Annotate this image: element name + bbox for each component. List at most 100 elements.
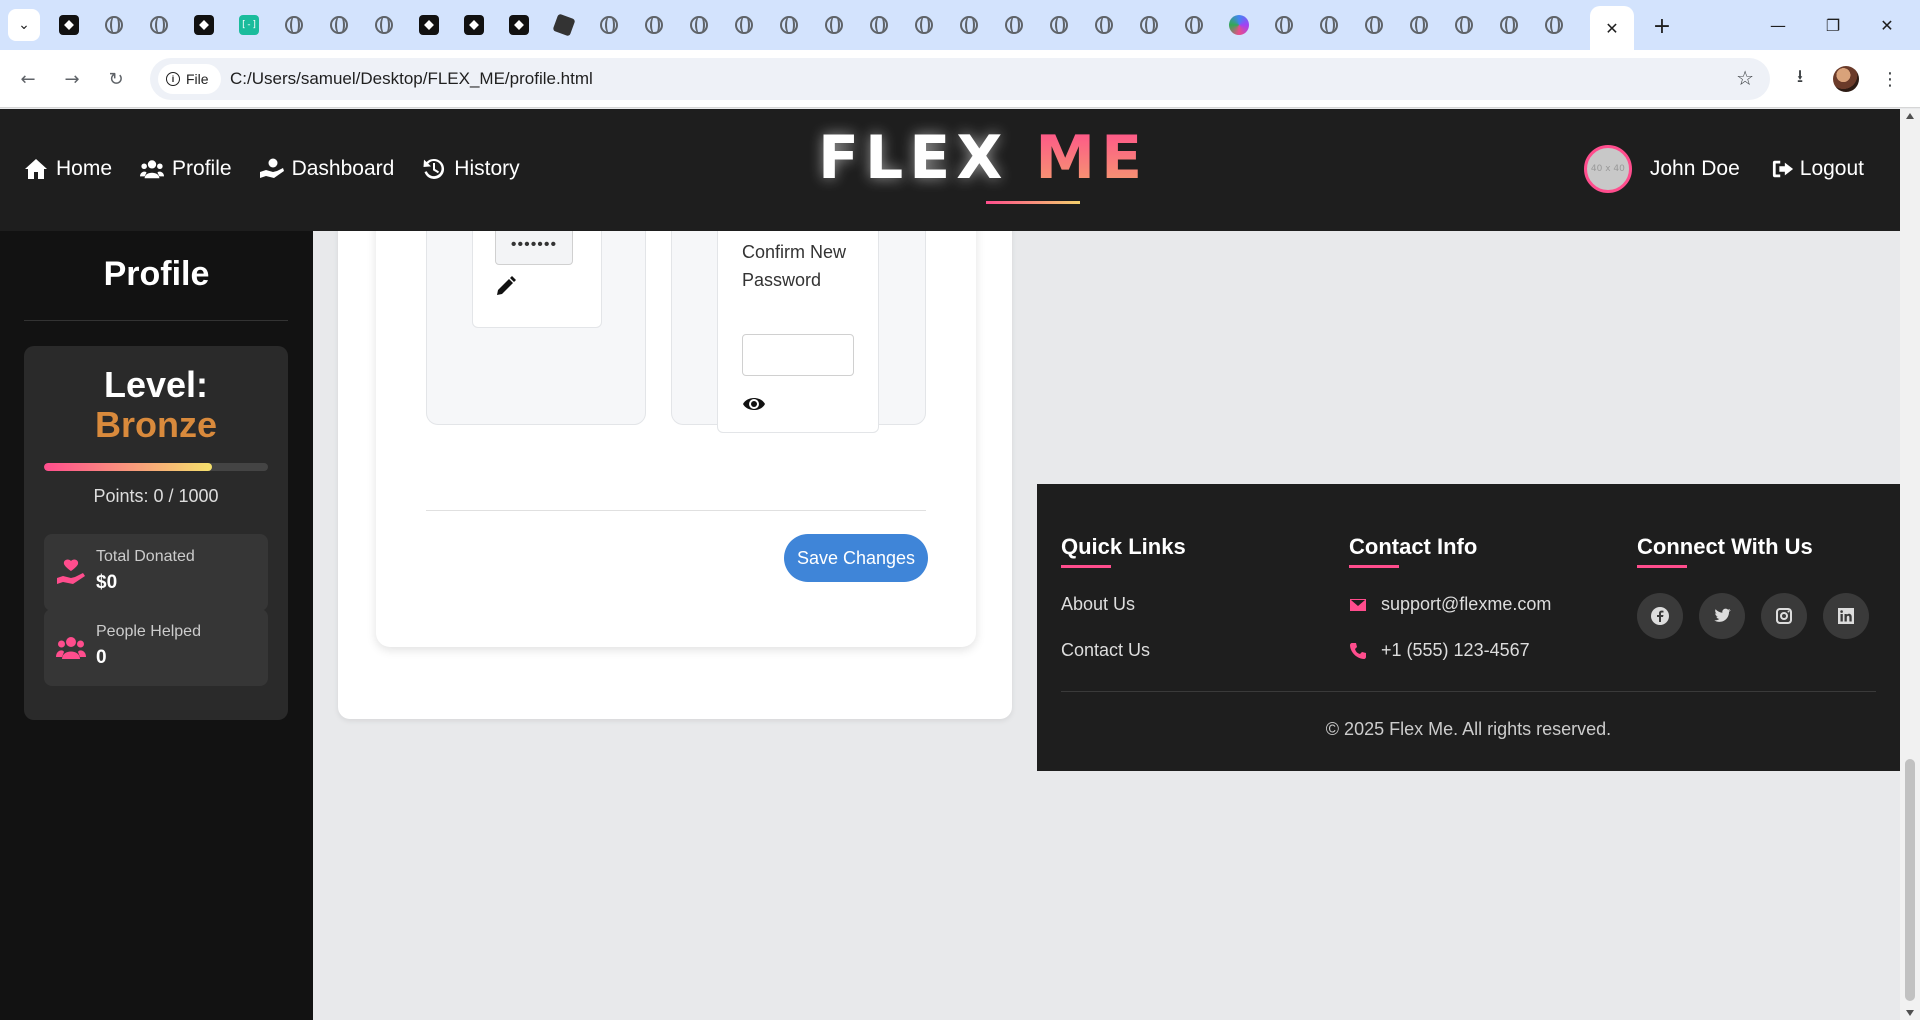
page-scrollbar[interactable] xyxy=(1900,109,1920,1020)
tab-favicon[interactable] xyxy=(1047,13,1071,37)
tab-favicon[interactable] xyxy=(372,13,396,37)
connect-title: Connect With Us xyxy=(1637,534,1813,559)
tab-favicon[interactable] xyxy=(147,13,171,37)
nav-home[interactable]: Home xyxy=(24,157,112,181)
pencil-icon[interactable] xyxy=(495,275,517,297)
tab-search-button[interactable]: ⌄ xyxy=(8,9,40,41)
instagram-icon[interactable] xyxy=(1761,593,1807,639)
settings-column-right: Confirm New Password xyxy=(671,198,926,433)
tab-strip: ⌄ [-] ✕ + — ❐ ✕ xyxy=(0,0,1920,50)
download-icon[interactable]: ⭳ xyxy=(1786,65,1814,93)
tab-favicon[interactable] xyxy=(552,13,576,37)
home-icon xyxy=(25,159,47,179)
users-icon xyxy=(140,160,165,179)
tab-favicon[interactable] xyxy=(417,13,441,37)
facebook-icon[interactable] xyxy=(1637,593,1683,639)
active-tab[interactable]: ✕ xyxy=(1590,6,1634,50)
minimize-button[interactable]: — xyxy=(1763,12,1793,38)
tab-favicon[interactable] xyxy=(327,13,351,37)
logout-icon xyxy=(1772,160,1793,178)
scroll-up-arrow-icon[interactable] xyxy=(1906,113,1914,119)
tab-favicon[interactable] xyxy=(507,13,531,37)
points-text: Points: 0 / 1000 xyxy=(93,486,219,506)
tab-favicon[interactable] xyxy=(1137,13,1161,37)
save-changes-button[interactable]: Save Changes xyxy=(784,534,928,582)
browser-toolbar: ← → ↻ i File C:/Users/samuel/Desktop/FLE… xyxy=(0,50,1920,108)
logout-button[interactable]: Logout xyxy=(1772,157,1864,181)
tab-favicon[interactable] xyxy=(1452,13,1476,37)
tab-favicon[interactable] xyxy=(957,13,981,37)
site-logo[interactable]: FLEX ME xyxy=(818,123,1148,193)
browser-menu-icon[interactable]: ⋮ xyxy=(1876,65,1904,93)
profile-avatar[interactable] xyxy=(1832,65,1860,93)
nav-history[interactable]: History xyxy=(422,157,520,181)
tab-favicon[interactable] xyxy=(1497,13,1521,37)
footer-email[interactable]: support@flexme.com xyxy=(1349,594,1551,615)
tab-favicon[interactable] xyxy=(822,13,846,37)
back-icon[interactable]: ← xyxy=(14,65,42,93)
level-label: Level: xyxy=(103,364,209,405)
logo-me: ME xyxy=(1035,123,1149,193)
tab-favicon[interactable] xyxy=(1272,13,1296,37)
tab-favicon[interactable] xyxy=(1092,13,1116,37)
tab-favicon[interactable] xyxy=(642,13,666,37)
tab-favicon[interactable]: [-] xyxy=(237,13,261,37)
tab-favicon[interactable] xyxy=(1362,13,1386,37)
close-window-button[interactable]: ✕ xyxy=(1872,12,1902,38)
hand-holding-icon xyxy=(259,158,284,178)
tab-favicon[interactable] xyxy=(102,13,126,37)
stat-label: Total Donated xyxy=(96,548,195,565)
scrollbar-thumb[interactable] xyxy=(1905,759,1915,1001)
level-progress-fill xyxy=(44,463,212,471)
address-bar[interactable]: i File C:/Users/samuel/Desktop/FLEX_ME/p… xyxy=(150,58,1770,100)
nav-profile[interactable]: Profile xyxy=(140,157,232,181)
tab-favicon[interactable] xyxy=(597,13,621,37)
tab-favicon[interactable] xyxy=(282,13,306,37)
linkedin-icon[interactable] xyxy=(1823,593,1869,639)
tab-favicon[interactable] xyxy=(777,13,801,37)
level-value: Bronze xyxy=(94,404,217,445)
tab-favicon[interactable] xyxy=(462,13,486,37)
stat-label: People Helped xyxy=(96,623,201,640)
tab-favicon[interactable] xyxy=(57,13,81,37)
user-name[interactable]: John Doe xyxy=(1650,157,1740,181)
footer-link-contact[interactable]: Contact Us xyxy=(1061,640,1150,661)
title-underline xyxy=(1061,565,1111,568)
tab-favicon[interactable] xyxy=(1182,13,1206,37)
nav-dashboard[interactable]: Dashboard xyxy=(259,157,394,181)
reload-icon[interactable]: ↻ xyxy=(102,65,130,93)
tab-favicon[interactable] xyxy=(1002,13,1026,37)
eye-icon[interactable] xyxy=(742,392,766,416)
settings-column-left: WF ⌄ ••••••• xyxy=(426,189,646,425)
logo-flex: FLEX xyxy=(818,123,1009,193)
tab-favicon[interactable] xyxy=(1227,13,1251,37)
restore-button[interactable]: ❐ xyxy=(1818,12,1848,38)
bookmark-star-icon[interactable]: ☆ xyxy=(1736,66,1754,90)
confirm-password-input[interactable] xyxy=(742,334,854,376)
level-card: Level: Bronze Points: 0 / 1000 Total Don… xyxy=(24,346,288,720)
stat-total-donated: Total Donated $0 xyxy=(44,534,268,611)
close-tab-icon[interactable]: ✕ xyxy=(1605,19,1618,38)
password-field[interactable]: ••••••• xyxy=(495,225,573,265)
title-underline xyxy=(1637,565,1687,568)
tab-favicon[interactable] xyxy=(1407,13,1431,37)
title-underline xyxy=(1349,565,1399,568)
url-text[interactable]: C:/Users/samuel/Desktop/FLEX_ME/profile.… xyxy=(230,69,593,89)
twitter-icon[interactable] xyxy=(1699,593,1745,639)
tab-favicon[interactable] xyxy=(687,13,711,37)
new-tab-button[interactable]: + xyxy=(1648,12,1676,40)
tab-favicon[interactable] xyxy=(192,13,216,37)
tab-favicon[interactable] xyxy=(912,13,936,37)
footer-phone[interactable]: +1 (555) 123-4567 xyxy=(1349,640,1530,661)
form-divider xyxy=(426,510,926,511)
tab-favicon[interactable] xyxy=(1317,13,1341,37)
site-info-chip[interactable]: i File xyxy=(158,64,221,94)
tab-favicon[interactable] xyxy=(732,13,756,37)
forward-icon[interactable]: → xyxy=(58,65,86,93)
sidebar-title: Profile xyxy=(103,255,210,293)
tab-favicon[interactable] xyxy=(867,13,891,37)
avatar[interactable]: 40 x 40 xyxy=(1583,145,1632,193)
footer-link-about[interactable]: About Us xyxy=(1061,594,1135,615)
scroll-down-arrow-icon[interactable] xyxy=(1906,1010,1914,1016)
tab-favicon[interactable] xyxy=(1542,13,1566,37)
